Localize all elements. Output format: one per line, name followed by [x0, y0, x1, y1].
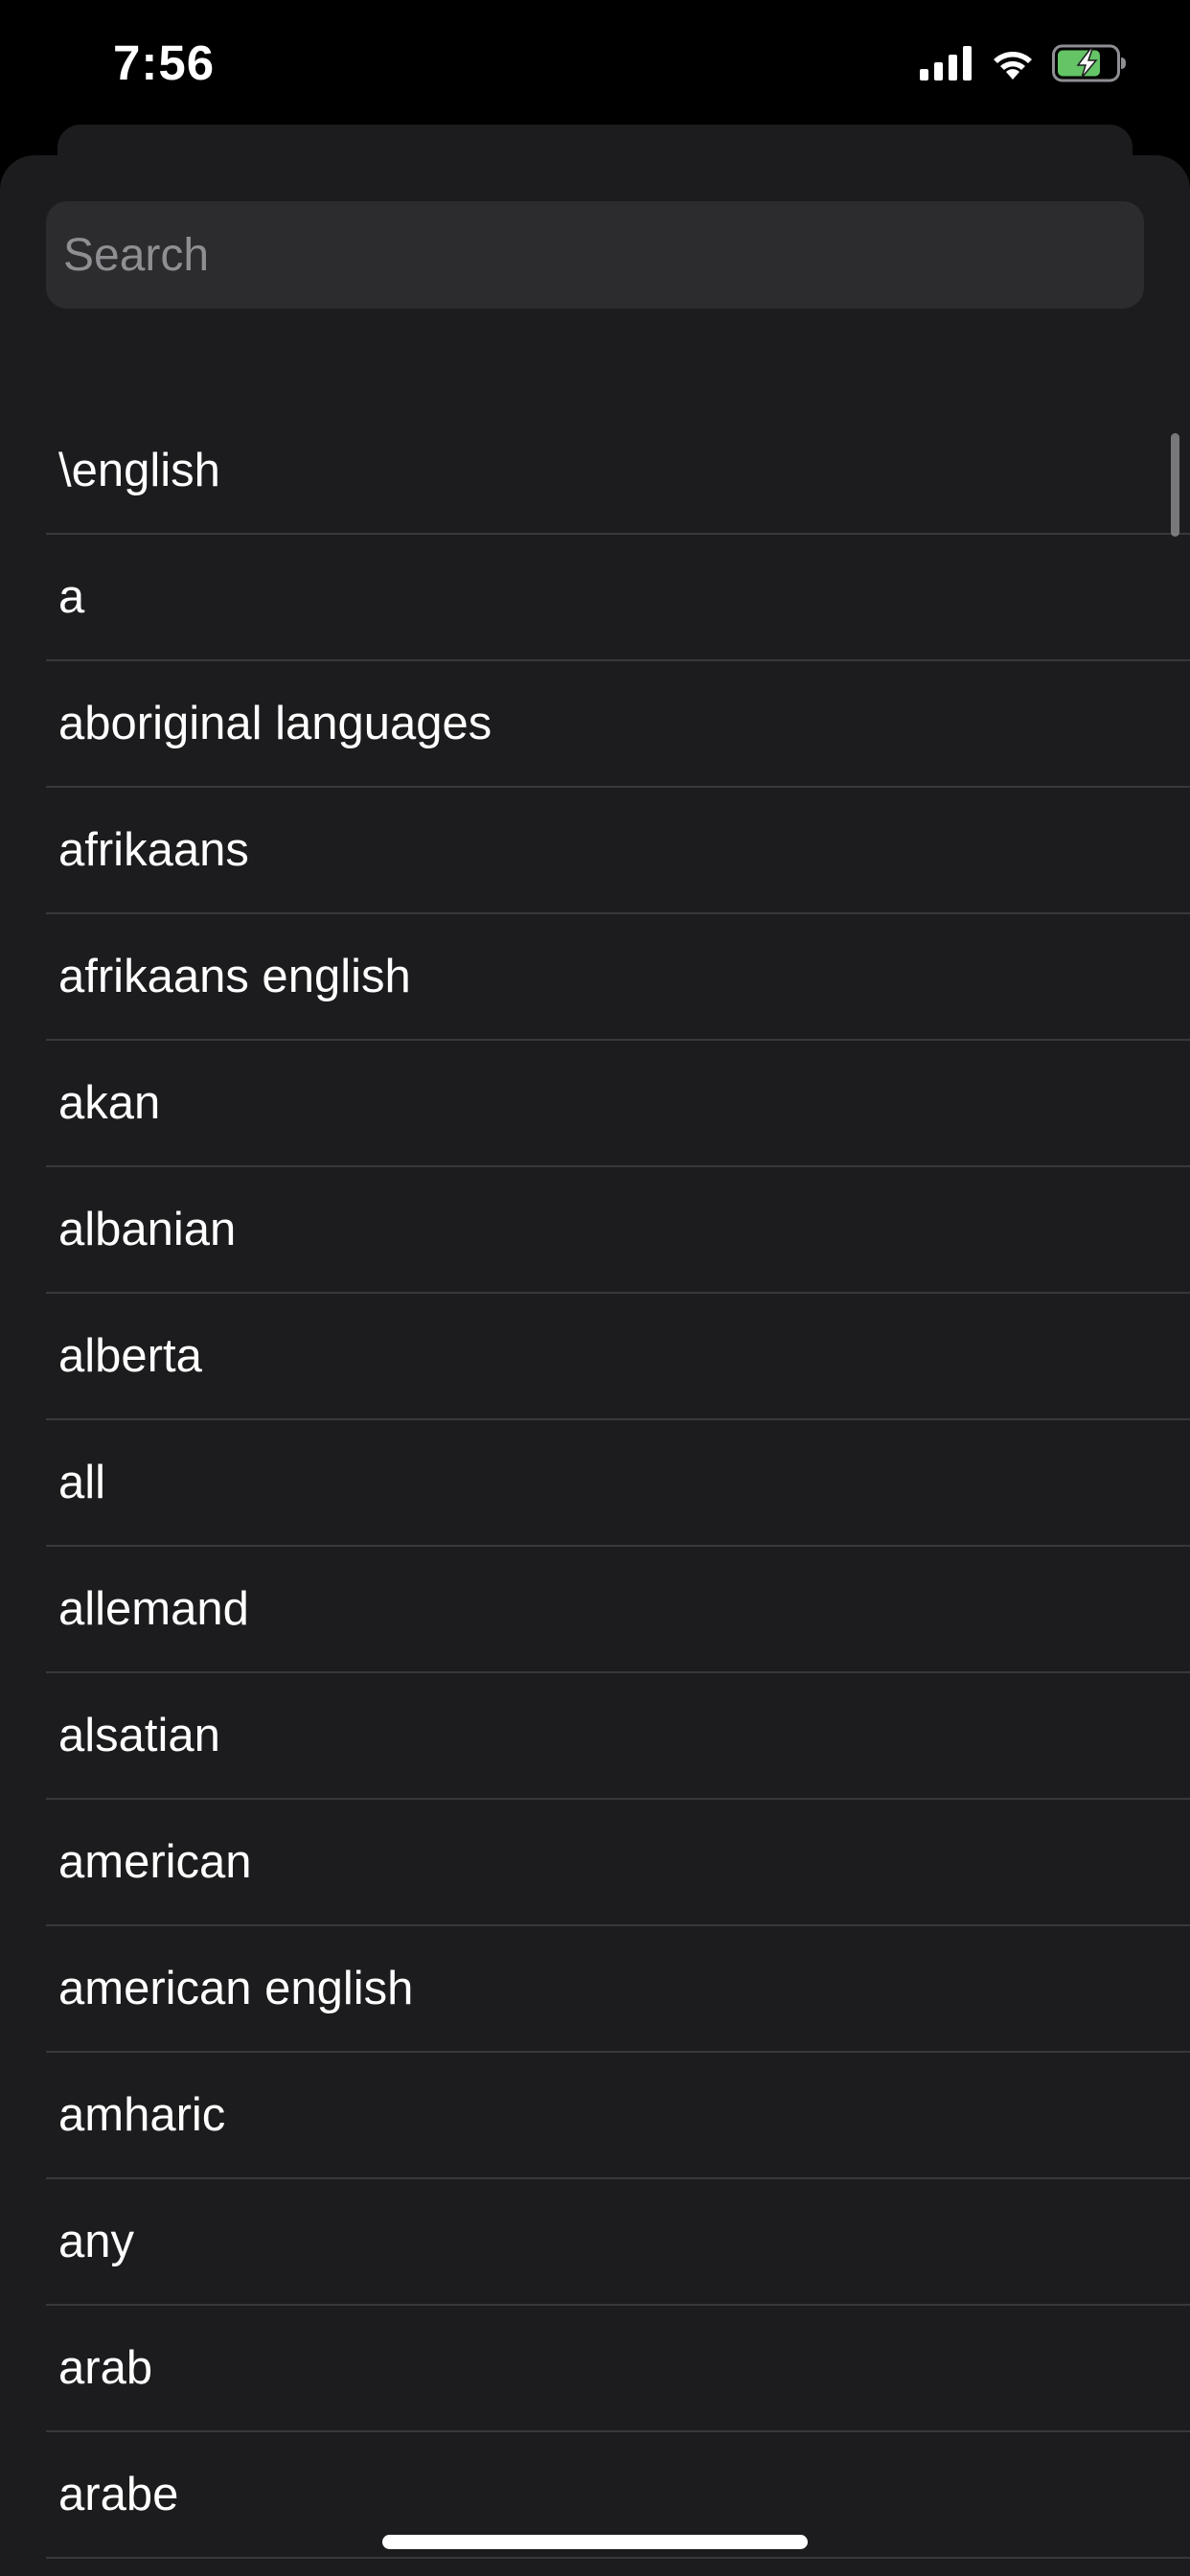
list-item[interactable]: alsatian: [46, 1673, 1190, 1800]
list-item[interactable]: arab: [46, 2306, 1190, 2432]
list-item[interactable]: \english: [46, 408, 1190, 535]
scroll-indicator[interactable]: [1171, 433, 1179, 537]
list-item[interactable]: any: [46, 2179, 1190, 2306]
list-item[interactable]: amharic: [46, 2053, 1190, 2179]
list-item[interactable]: afrikaans: [46, 788, 1190, 914]
list-item[interactable]: allemand: [46, 1547, 1190, 1673]
search-input[interactable]: [63, 201, 1144, 309]
list-item[interactable]: alberta: [46, 1294, 1190, 1420]
list-item[interactable]: american: [46, 1800, 1190, 1926]
battery-charging-icon: [1052, 44, 1129, 82]
status-bar: 7:56: [0, 0, 1190, 134]
status-icons: [920, 42, 1129, 84]
search-bar[interactable]: [46, 201, 1144, 309]
list-item[interactable]: all: [46, 1420, 1190, 1547]
list-item[interactable]: aboriginal languages: [46, 661, 1190, 788]
home-indicator[interactable]: [382, 2535, 808, 2549]
list-item[interactable]: american english: [46, 1926, 1190, 2053]
list-item[interactable]: [46, 2559, 1190, 2576]
language-list: \english a aboriginal languages afrikaan…: [46, 408, 1190, 2576]
list-item[interactable]: a: [46, 535, 1190, 661]
list-item[interactable]: albanian: [46, 1167, 1190, 1294]
wifi-icon: [989, 45, 1037, 81]
list-item[interactable]: akan: [46, 1041, 1190, 1167]
language-picker-sheet: \english a aboriginal languages afrikaan…: [0, 155, 1190, 2576]
list-item[interactable]: afrikaans english: [46, 914, 1190, 1041]
screen: 7:56 Search \english a aboriginal langua…: [0, 0, 1190, 2576]
status-time: 7:56: [113, 35, 216, 90]
cellular-signal-icon: [920, 46, 973, 80]
